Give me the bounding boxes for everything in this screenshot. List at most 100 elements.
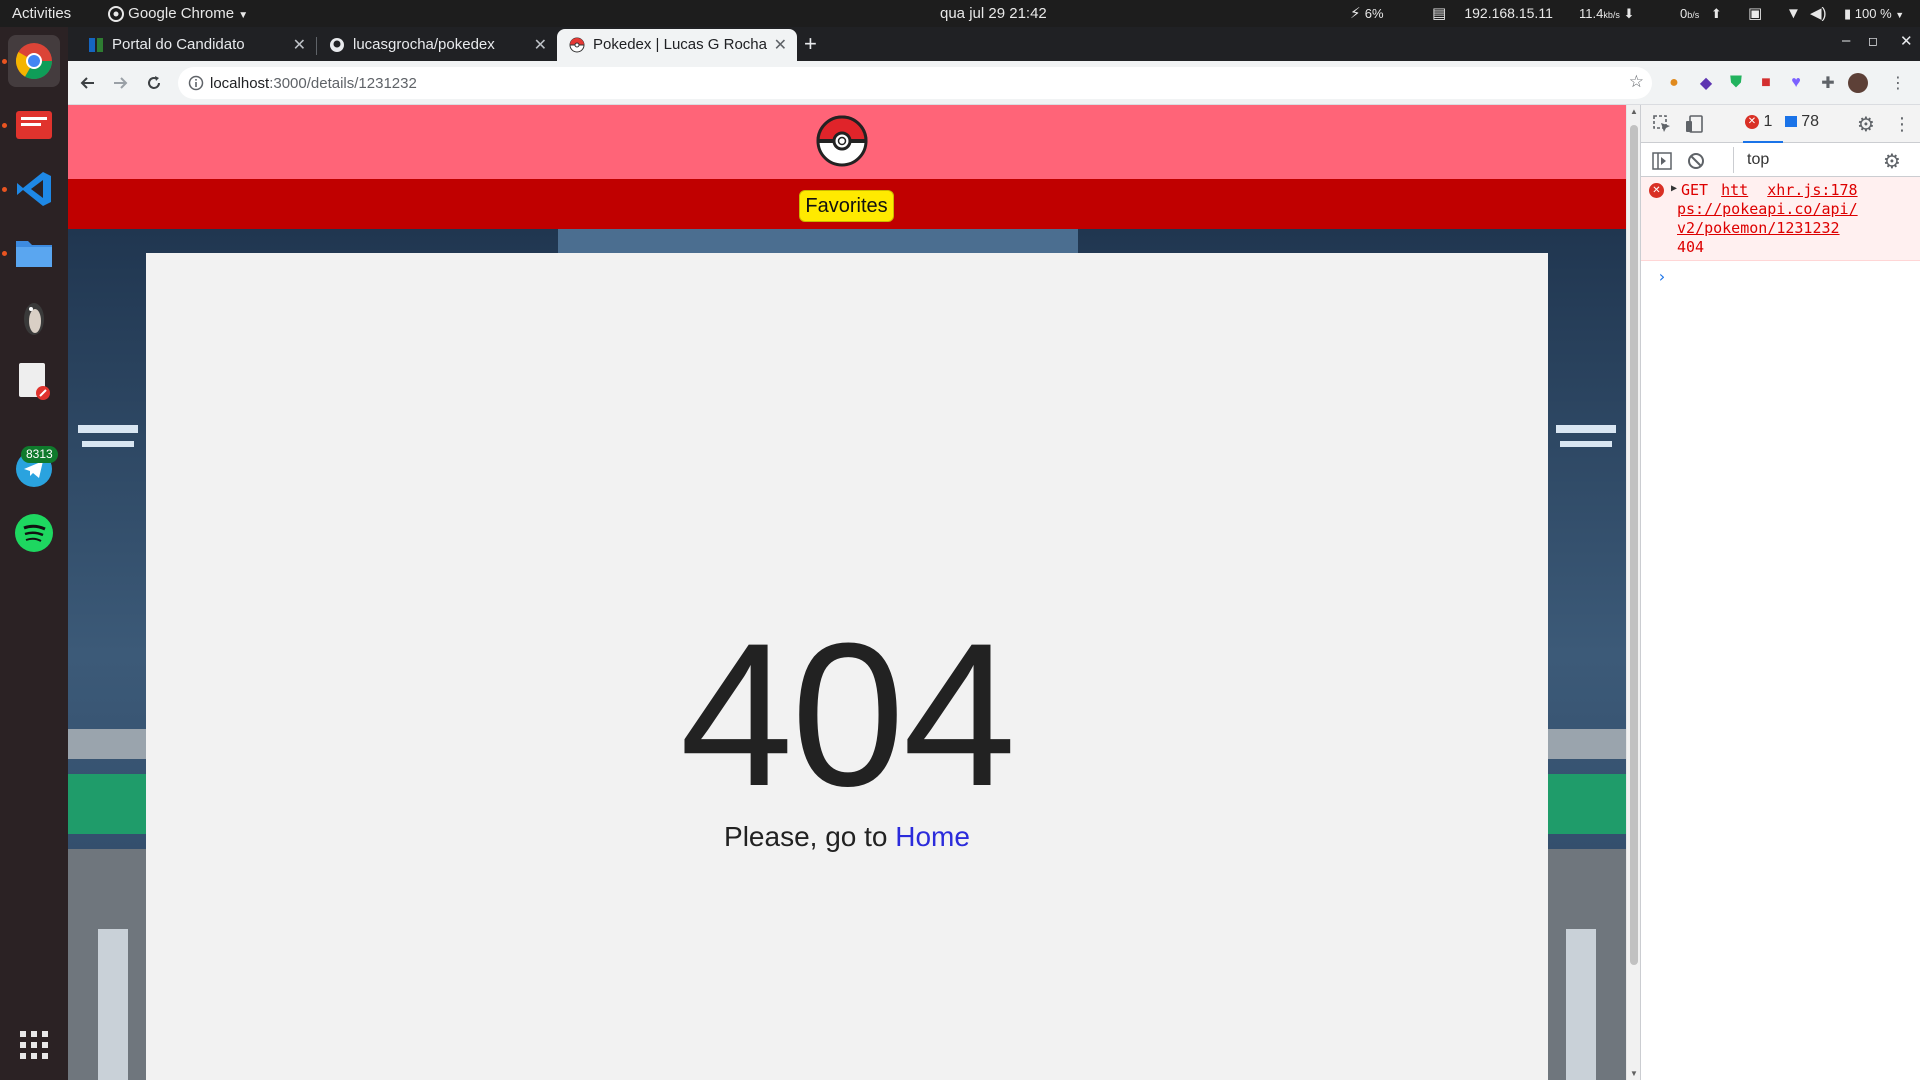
- telegram-unread-badge: 8313: [21, 446, 58, 463]
- extension-heart-icon[interactable]: ♥: [1786, 73, 1806, 93]
- dock-app-grid[interactable]: [8, 1019, 60, 1071]
- error-code: 404: [679, 601, 1016, 829]
- message-count: 78: [1801, 113, 1820, 130]
- request-url[interactable]: htt: [1721, 181, 1748, 199]
- github-favicon-icon: [330, 38, 344, 52]
- info-icon[interactable]: [188, 75, 204, 91]
- chevron-down-icon: ▼: [1895, 10, 1905, 20]
- favorites-button[interactable]: Favorites: [799, 190, 894, 222]
- pokeball-logo-icon[interactable]: [816, 115, 868, 167]
- close-tab-icon[interactable]: ✕: [774, 35, 787, 55]
- chrome-menu-icon[interactable]: ⋮: [1888, 73, 1908, 93]
- text-editor-icon: [19, 363, 50, 400]
- forward-button[interactable]: [108, 71, 132, 95]
- back-button[interactable]: [76, 71, 100, 95]
- url-text: localhost:3000/details/1231232: [210, 75, 417, 92]
- dock-chrome[interactable]: [8, 35, 60, 87]
- arrow-right-icon: [114, 77, 128, 89]
- page-scrollbar[interactable]: ▲ ▼: [1626, 105, 1640, 1080]
- portal-favicon-icon: [89, 38, 103, 52]
- files-icon: [16, 241, 52, 267]
- tab-strip: Portal do Candidato ✕ lucasgrocha/pokede…: [68, 27, 1920, 61]
- console-issue-counter[interactable]: ✕ 1 78: [1745, 113, 1819, 131]
- console-toolbar: top ⚙: [1641, 143, 1920, 177]
- extension-dev-icon[interactable]: ◆: [1696, 73, 1716, 93]
- tab-portal-do-candidato[interactable]: Portal do Candidato ✕: [76, 29, 316, 61]
- browser-toolbar: localhost:3000/details/1231232 ☆ ● ◆ ⛊ ■…: [68, 61, 1920, 105]
- running-indicator: [2, 251, 7, 256]
- battery-indicator[interactable]: ▮ 100 % ▼: [1844, 0, 1904, 27]
- dock: 8313: [0, 27, 68, 1080]
- error-icon: ✕: [1649, 183, 1664, 198]
- system-top-bar: Activities Google Chrome ▼ qua jul 29 21…: [0, 0, 1920, 27]
- tab-github-pokedex[interactable]: lucasgrocha/pokedex ✕: [317, 29, 557, 61]
- extension-red-icon[interactable]: ■: [1756, 73, 1776, 93]
- dock-vscode[interactable]: [8, 163, 60, 215]
- net-speed-up: 0b/s ⬆: [1680, 6, 1722, 21]
- running-indicator: [2, 59, 7, 64]
- maximize-button[interactable]: ◻: [1868, 34, 1878, 48]
- reload-button[interactable]: [142, 71, 166, 95]
- home-link[interactable]: Home: [895, 821, 970, 852]
- dock-screenshot-tool[interactable]: [8, 99, 60, 151]
- extension-shield-icon[interactable]: ⛊: [1726, 73, 1746, 93]
- close-tab-icon[interactable]: ✕: [293, 35, 306, 55]
- cpu-icon: ⚡: [1350, 5, 1361, 22]
- clear-console-icon[interactable]: [1685, 150, 1707, 172]
- close-tab-icon[interactable]: ✕: [534, 35, 547, 55]
- arrow-up-icon: ⬆: [1710, 6, 1722, 21]
- sidebar-toggle-icon[interactable]: [1651, 150, 1673, 172]
- context-selector[interactable]: top: [1747, 151, 1769, 169]
- scrollbar-thumb[interactable]: [1630, 125, 1638, 965]
- extension-cookie-icon[interactable]: ●: [1664, 73, 1684, 93]
- screenshot-indicator-icon[interactable]: ▣: [1748, 0, 1762, 27]
- avatar[interactable]: [1848, 73, 1868, 93]
- running-indicator: [2, 187, 7, 192]
- toolbar-divider: [1733, 147, 1734, 173]
- network-card-icon: ▤: [1432, 5, 1447, 22]
- dock-files[interactable]: [8, 227, 60, 279]
- request-url-cont[interactable]: ps://pokeapi.co/api/: [1677, 200, 1858, 218]
- inspect-element-icon[interactable]: [1651, 113, 1673, 135]
- scroll-up-arrow-icon[interactable]: ▲: [1630, 107, 1638, 116]
- minimize-button[interactable]: –: [1842, 32, 1850, 49]
- bookmark-star-icon[interactable]: ☆: [1629, 72, 1644, 92]
- new-tab-button[interactable]: +: [804, 31, 817, 57]
- response-status: 404: [1677, 238, 1705, 256]
- activities-button[interactable]: Activities: [12, 0, 71, 27]
- app-menu[interactable]: Google Chrome ▼: [108, 0, 248, 27]
- expand-triangle-icon[interactable]: ▶: [1671, 183, 1677, 194]
- devtools-panel: ✕ 1 78 ⚙ ⋮ top ⚙ ✕ ▶ GET htt xhr.js:178 …: [1640, 105, 1920, 1080]
- dock-spotify[interactable]: [8, 507, 60, 559]
- page-viewport: Favorites 404 Please, go to Home: [68, 105, 1626, 1080]
- error-message: Please, go to Home: [146, 821, 1548, 853]
- arrow-down-icon: ⬇: [1623, 6, 1635, 21]
- wifi-icon[interactable]: ▼: [1786, 0, 1801, 27]
- device-toolbar-icon[interactable]: [1683, 113, 1705, 135]
- address-bar[interactable]: localhost:3000/details/1231232 ☆: [178, 67, 1652, 99]
- running-indicator: [2, 123, 7, 128]
- chrome-small-icon: [108, 6, 124, 23]
- volume-icon[interactable]: ◀): [1810, 0, 1827, 27]
- extensions-puzzle-icon[interactable]: ✚: [1818, 73, 1838, 93]
- console-error-message[interactable]: ✕ ▶ GET htt xhr.js:178 ps://pokeapi.co/a…: [1641, 177, 1920, 261]
- dock-text-editor[interactable]: [8, 355, 60, 407]
- screenshot-tool-icon: [16, 111, 52, 139]
- devtools-menu-icon[interactable]: ⋮: [1891, 113, 1913, 135]
- tab-title: Pokedex | Lucas G Rocha: [593, 36, 767, 53]
- close-window-button[interactable]: ✕: [1900, 32, 1913, 50]
- network-indicator[interactable]: ▤ 192.168.15.11: [1432, 0, 1553, 27]
- devtools-settings-gear-icon[interactable]: ⚙: [1855, 113, 1877, 136]
- browser-window: Portal do Candidato ✕ lucasgrocha/pokede…: [68, 27, 1920, 1080]
- scroll-down-arrow-icon[interactable]: ▼: [1630, 1069, 1638, 1078]
- source-link[interactable]: xhr.js:178: [1767, 181, 1857, 199]
- console-prompt-icon[interactable]: ›: [1657, 267, 1667, 286]
- error-count: 1: [1763, 113, 1773, 130]
- clock[interactable]: qua jul 29 21:42: [940, 0, 1047, 27]
- console-settings-gear-icon[interactable]: ⚙: [1881, 150, 1903, 173]
- request-url-cont[interactable]: v2/pokemon/1231232: [1677, 219, 1840, 237]
- cpu-indicator[interactable]: ⚡ 6%: [1350, 0, 1384, 27]
- message-bubble-icon: [1784, 116, 1797, 128]
- dock-inkscape[interactable]: [8, 291, 60, 343]
- tab-pokedex-active[interactable]: Pokedex | Lucas G Rocha ✕: [557, 29, 797, 61]
